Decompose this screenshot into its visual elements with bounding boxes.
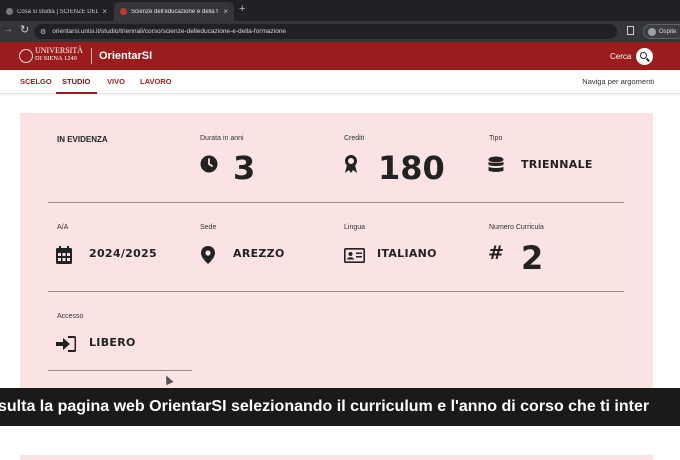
naviga-per-argomenti-link[interactable]: Naviga per argomenti <box>582 77 654 86</box>
search-label[interactable]: Cerca <box>610 52 631 61</box>
tab-favicon-icon <box>120 8 127 15</box>
url-field[interactable]: ⚙ orientarsi.unisi.it/studio/triennali/c… <box>34 24 617 39</box>
browser-tab-bar: Cosa si studia | SCIENZE DELL'E × Scienz… <box>0 0 680 21</box>
tab-close-icon[interactable]: × <box>223 7 228 16</box>
accesso-label: Accesso <box>57 313 84 320</box>
course-highlights-panel: IN EVIDENZA Durata in anni 3 Crediti 180… <box>20 113 653 398</box>
accesso-value: LIBERO <box>89 336 136 349</box>
map-pin-icon <box>201 246 215 264</box>
durata-value: 3 <box>233 149 256 187</box>
profile-button[interactable]: Ospite <box>643 24 680 39</box>
tipo-value: TRIENNALE <box>521 158 593 171</box>
reload-icon[interactable]: ↻ <box>20 23 29 36</box>
sede-value: AREZZO <box>233 247 285 260</box>
nav-studio[interactable]: STUDIO <box>62 77 90 86</box>
new-tab-button[interactable]: + <box>239 3 245 15</box>
hash-icon: # <box>488 242 504 264</box>
site-info-icon[interactable]: ⚙ <box>40 28 46 36</box>
lingua-label: Lingua <box>344 224 366 231</box>
calendar-icon <box>56 246 72 264</box>
profile-label: Ospite <box>659 28 677 35</box>
university-name: UNIVERSITÀ <box>35 46 83 55</box>
database-icon <box>488 156 504 172</box>
caption-text: sulta la pagina web OrientarSI seleziona… <box>0 398 650 415</box>
id-card-icon <box>344 248 365 263</box>
browser-address-bar: → ↻ ⚙ orientarsi.unisi.it/studio/trienna… <box>0 21 680 42</box>
curricula-label: Numero Curricula <box>489 224 544 231</box>
nav-vivo[interactable]: VIVO <box>107 77 125 86</box>
site-header: UNIVERSITÀ DI SIENA 1240 OrientarSI Cerc… <box>0 42 680 70</box>
sede-label: Sede <box>200 224 217 231</box>
brand-name[interactable]: OrientarSI <box>99 50 152 62</box>
in-evidenza-heading: IN EVIDENZA <box>57 135 108 144</box>
durata-label: Durata in anni <box>200 135 244 142</box>
nav-scelgo[interactable]: SCELGO <box>20 77 52 86</box>
aa-value: 2024/2025 <box>89 247 157 260</box>
university-city: DI SIENA 1240 <box>35 55 77 62</box>
aa-label: A/A <box>57 224 69 231</box>
logo-divider <box>91 48 92 64</box>
tab-title: Cosa si studia | SCIENZE DELL'E <box>17 8 99 15</box>
row-divider <box>48 202 624 203</box>
tab-favicon-icon <box>6 8 13 15</box>
next-panel-edge <box>20 455 653 460</box>
curricula-value: 2 <box>521 239 544 277</box>
university-seal-icon <box>19 49 33 63</box>
profile-avatar-icon <box>648 27 656 36</box>
forward-icon[interactable]: → <box>3 24 13 35</box>
nav-lavoro[interactable]: LAVORO <box>140 77 172 86</box>
active-nav-indicator <box>56 92 97 94</box>
browser-tab-1[interactable]: Cosa si studia | SCIENZE DELL'E × <box>0 2 113 21</box>
crediti-value: 180 <box>378 149 445 187</box>
tab-close-icon[interactable]: × <box>102 7 107 16</box>
section-nav: SCELGO STUDIO VIVO LAVORO Naviga per arg… <box>0 70 680 94</box>
side-panel-icon[interactable] <box>627 26 634 35</box>
row-divider <box>48 291 624 292</box>
sign-in-icon <box>56 336 76 352</box>
university-logo[interactable]: UNIVERSITÀ DI SIENA 1240 <box>35 47 83 63</box>
clock-icon <box>200 155 218 173</box>
award-icon <box>345 155 357 173</box>
url-text: orientarsi.unisi.it/studio/triennali/cor… <box>52 28 287 35</box>
search-button[interactable] <box>636 48 653 65</box>
video-caption: sulta la pagina web OrientarSI seleziona… <box>0 388 680 426</box>
browser-tab-2[interactable]: Scienze dell'educazione e della f × <box>114 2 234 21</box>
tipo-label: Tipo <box>489 135 503 142</box>
tab-title: Scienze dell'educazione e della f <box>131 8 218 15</box>
row-divider <box>48 370 192 371</box>
crediti-label: Crediti <box>344 135 365 142</box>
lingua-value: ITALIANO <box>377 247 437 260</box>
